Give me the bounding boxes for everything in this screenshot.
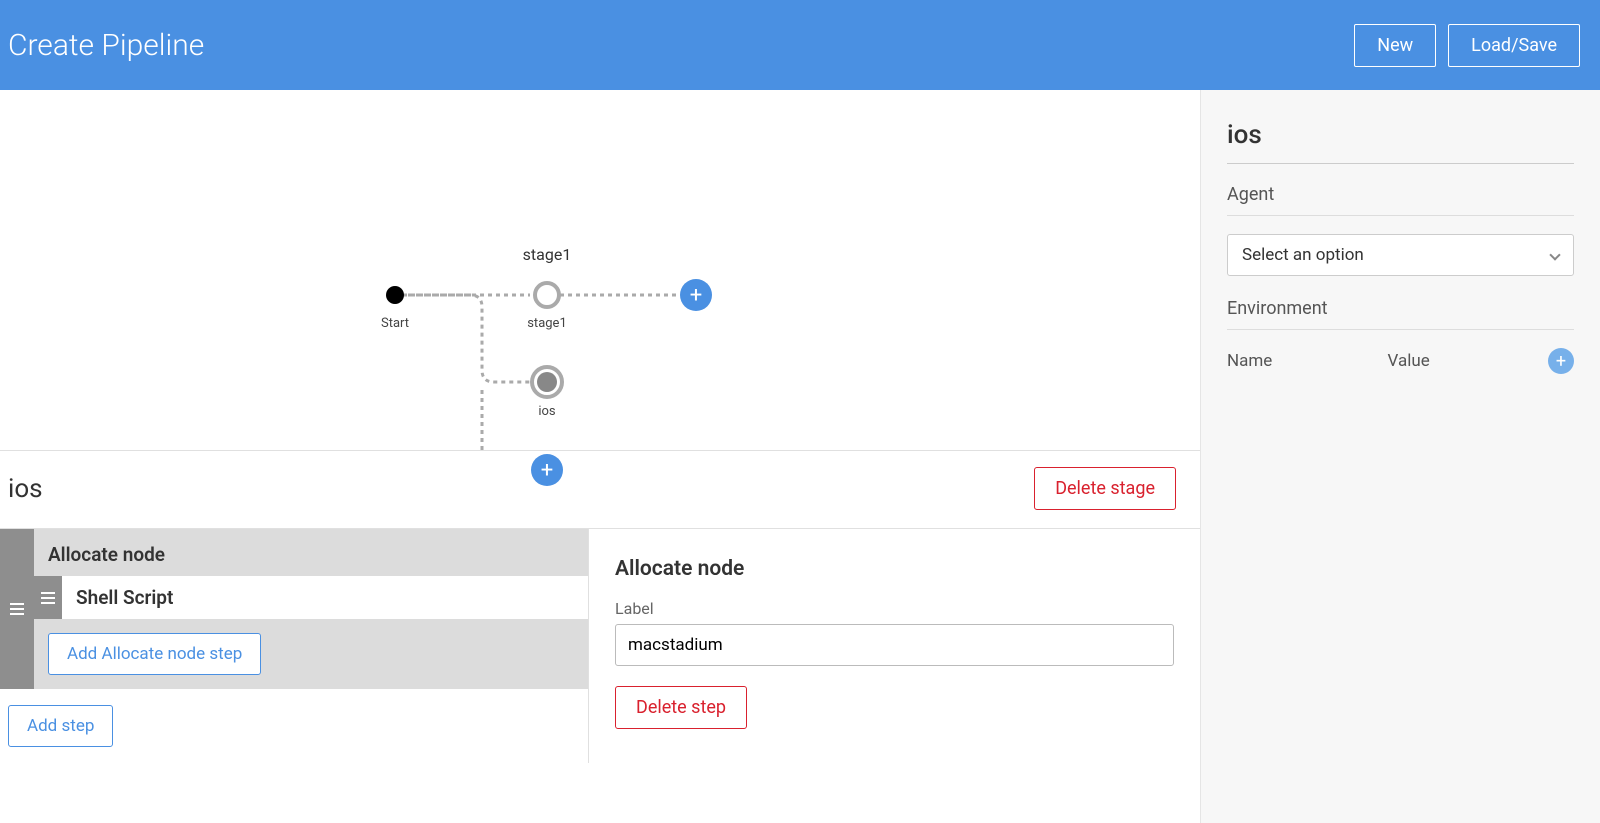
stage-node-stage1[interactable] — [533, 281, 561, 309]
agent-section-label: Agent — [1227, 184, 1574, 205]
start-node — [386, 286, 404, 304]
plus-icon: + — [1556, 351, 1566, 372]
env-name-column-header: Name — [1227, 351, 1388, 371]
stage-name-input[interactable] — [1227, 116, 1574, 155]
environment-section-label: Environment — [1227, 298, 1574, 319]
stage-editor-body: Allocate node Shell Script Add Allocate … — [0, 528, 1200, 763]
label-field-label: Label — [615, 599, 1174, 618]
add-allocate-node-step-button[interactable]: Add Allocate node step — [48, 633, 261, 675]
drag-handle[interactable] — [34, 576, 62, 619]
header-bar: Create Pipeline New Load/Save — [0, 0, 1600, 90]
step-detail-panel: Allocate node Label Delete step — [588, 529, 1200, 763]
add-parallel-stage-button[interactable]: + — [531, 454, 563, 486]
label-input[interactable] — [615, 624, 1174, 666]
pipeline-graph: stage1 Start stage1 ios + + — [0, 90, 1200, 450]
chevron-down-icon — [1549, 249, 1560, 260]
hamburger-icon — [10, 603, 24, 615]
delete-step-button[interactable]: Delete step — [615, 686, 747, 729]
header-actions: New Load/Save — [1354, 24, 1580, 67]
add-step-button[interactable]: Add step — [8, 705, 113, 747]
add-stage-button[interactable]: + — [680, 279, 712, 311]
delete-stage-button[interactable]: Delete stage — [1034, 467, 1176, 510]
steps-panel: Allocate node Shell Script Add Allocate … — [0, 529, 588, 763]
canvas-column: stage1 Start stage1 ios + + ios Delete s… — [0, 90, 1200, 823]
stage-node-ios-label: ios — [538, 404, 555, 419]
drag-handle[interactable] — [0, 529, 34, 689]
start-node-label: Start — [381, 316, 409, 331]
agent-select-placeholder: Select an option — [1242, 245, 1364, 265]
stage-node-ios[interactable] — [530, 365, 564, 399]
new-button[interactable]: New — [1354, 24, 1436, 67]
stage-editor-title: ios — [8, 474, 43, 504]
add-environment-var-button[interactable]: + — [1548, 348, 1574, 374]
hamburger-icon — [41, 592, 55, 604]
plus-icon: + — [690, 283, 702, 308]
environment-table-header: Name Value + — [1227, 348, 1574, 374]
step-row-shell-script[interactable]: Shell Script — [34, 576, 588, 619]
step-detail-title: Allocate node — [615, 557, 1174, 581]
agent-select[interactable]: Select an option — [1227, 234, 1574, 276]
properties-sidebar: Agent Select an option Environment Name … — [1200, 90, 1600, 823]
plus-icon: + — [541, 458, 553, 483]
env-value-column-header: Value — [1388, 351, 1549, 371]
main-layout: stage1 Start stage1 ios + + ios Delete s… — [0, 90, 1600, 823]
stage-editor-header: ios Delete stage — [0, 450, 1200, 528]
stage-node-stage1-label: stage1 — [527, 316, 567, 331]
page-title: Create Pipeline — [8, 28, 204, 63]
step-group-allocate-node[interactable]: Allocate node — [34, 529, 588, 576]
step-row-label: Shell Script — [62, 576, 588, 619]
stage-group-label: stage1 — [523, 245, 572, 264]
steps-tree-body: Allocate node Shell Script Add Allocate … — [34, 529, 588, 689]
load-save-button[interactable]: Load/Save — [1448, 24, 1580, 67]
steps-tree: Allocate node Shell Script Add Allocate … — [0, 529, 588, 689]
